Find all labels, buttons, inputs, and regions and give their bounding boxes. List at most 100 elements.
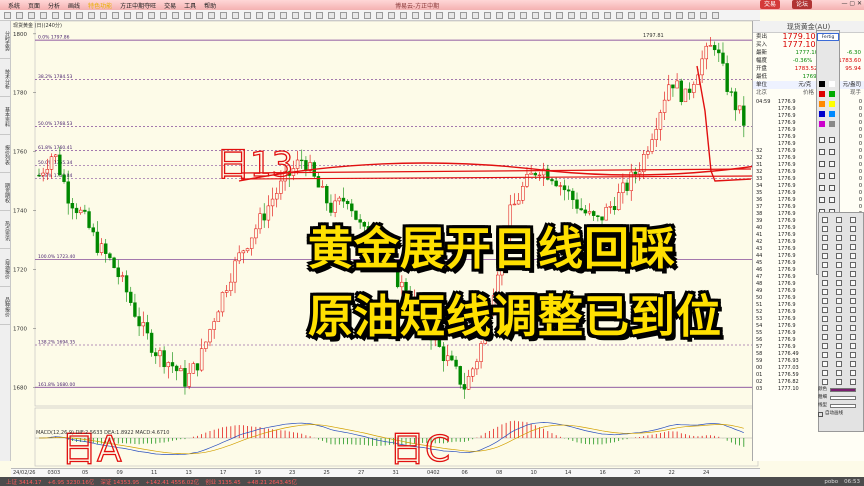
- drawing-tool-icon[interactable]: [850, 352, 856, 358]
- drawing-tool-icon[interactable]: [822, 262, 828, 268]
- toolbar-tool-icon[interactable]: [484, 12, 491, 19]
- drawing-tool-icon[interactable]: [836, 235, 842, 241]
- drawing-tool-icon[interactable]: [836, 379, 842, 385]
- drawing-tool-icon[interactable]: [836, 370, 842, 376]
- toolbar-tool-icon[interactable]: [16, 12, 23, 19]
- toolbar-tool-icon[interactable]: [220, 12, 227, 19]
- toolbar-tool-icon[interactable]: [532, 12, 539, 19]
- drawing-tool-icon[interactable]: [822, 235, 828, 241]
- toolbar-tool-icon[interactable]: [40, 12, 47, 19]
- trade-button[interactable]: 交易: [760, 0, 781, 9]
- drawing-tool-icon[interactable]: [850, 316, 856, 322]
- drawing-tool-icon[interactable]: [822, 334, 828, 340]
- drawing-tool-icon[interactable]: [850, 280, 856, 286]
- color-swatch[interactable]: [819, 101, 825, 107]
- drawing-tool-icon[interactable]: [836, 307, 842, 313]
- side-tab-7[interactable]: 品种报价: [0, 287, 11, 325]
- drawing-tool-icon[interactable]: [850, 343, 856, 349]
- draw-tool-icon[interactable]: [829, 197, 835, 203]
- drawing-tool-icon[interactable]: [850, 307, 856, 313]
- toolbar-tool-icon[interactable]: [700, 12, 707, 19]
- drawing-tool-icon[interactable]: [850, 271, 856, 277]
- draw-tool-icon[interactable]: [819, 173, 825, 179]
- drawing-tool-icon[interactable]: [836, 262, 842, 268]
- color-swatch[interactable]: [829, 121, 835, 127]
- menu-item-5[interactable]: 方正中期夺旺: [120, 1, 156, 10]
- drawing-tool-icon[interactable]: [850, 235, 856, 241]
- draw-tool-icon[interactable]: [829, 173, 835, 179]
- toolbar-tool-icon[interactable]: [268, 12, 275, 19]
- toolbar-tool-icon[interactable]: [100, 12, 107, 19]
- toolbar-tool-icon[interactable]: [616, 12, 623, 19]
- draw-tool-icon[interactable]: [829, 137, 835, 143]
- drawing-tool-icon[interactable]: [850, 244, 856, 250]
- drawing-tool-icon[interactable]: [836, 271, 842, 277]
- drawing-tool-icon[interactable]: [850, 289, 856, 295]
- toolbar-tool-icon[interactable]: [436, 12, 443, 19]
- toolbar-tool-icon[interactable]: [4, 12, 11, 19]
- side-tab-6[interactable]: 自选报价: [0, 249, 11, 287]
- toolbar-tool-icon[interactable]: [88, 12, 95, 19]
- drawing-tool-icon[interactable]: [822, 361, 828, 367]
- toolbar-tool-icon[interactable]: [208, 12, 215, 19]
- color-swatch[interactable]: [819, 81, 825, 87]
- toolbar-tool-icon[interactable]: [136, 12, 143, 19]
- menu-item-0[interactable]: 系统: [8, 1, 20, 10]
- drawing-tool-icon[interactable]: [822, 226, 828, 232]
- drawing-tool-icon[interactable]: [822, 271, 828, 277]
- drawing-tool-icon[interactable]: [836, 289, 842, 295]
- toolbar-tool-icon[interactable]: [556, 12, 563, 19]
- drawing-tool-icon[interactable]: [836, 334, 842, 340]
- width-picker[interactable]: [830, 396, 856, 400]
- toolbar-tool-icon[interactable]: [148, 12, 155, 19]
- menu-item-3[interactable]: 画线: [68, 1, 80, 10]
- toolbar-tool-icon[interactable]: [388, 12, 395, 19]
- menu-item-1[interactable]: 页面: [28, 1, 40, 10]
- draw-tool-icon[interactable]: [819, 161, 825, 167]
- toolbar-tool-icon[interactable]: [352, 12, 359, 19]
- toolbar-tool-icon[interactable]: [496, 12, 503, 19]
- drawing-tool-icon[interactable]: [822, 289, 828, 295]
- drawing-tool-icon[interactable]: [836, 361, 842, 367]
- toolbar-tool-icon[interactable]: [172, 12, 179, 19]
- drawing-tool-icon[interactable]: [836, 253, 842, 259]
- toolbar-tool-icon[interactable]: [544, 12, 551, 19]
- toolbar-tool-icon[interactable]: [712, 12, 719, 19]
- toolbar-tool-icon[interactable]: [52, 12, 59, 19]
- toolbar-tool-icon[interactable]: [232, 12, 239, 19]
- drawing-tool-icon[interactable]: [850, 379, 856, 385]
- drawing-tool-icon[interactable]: [836, 316, 842, 322]
- drawing-tool-icon[interactable]: [822, 316, 828, 322]
- drawing-tool-icon[interactable]: [836, 280, 842, 286]
- menu-item-8[interactable]: 帮助: [204, 1, 216, 10]
- menu-item-2[interactable]: 分析: [48, 1, 60, 10]
- draw-tool-icon[interactable]: [819, 137, 825, 143]
- side-tab-1[interactable]: 技术分析: [0, 59, 11, 97]
- drawing-tool-icon[interactable]: [850, 253, 856, 259]
- toolbar-tool-icon[interactable]: [316, 12, 323, 19]
- toolbar-tool-icon[interactable]: [412, 12, 419, 19]
- toolbar-tool-icon[interactable]: [364, 12, 371, 19]
- toolbar-tool-icon[interactable]: [64, 12, 71, 19]
- drawing-tool-icon[interactable]: [822, 343, 828, 349]
- toolbar-tool-icon[interactable]: [652, 12, 659, 19]
- forum-button[interactable]: 论坛: [792, 0, 813, 9]
- side-tab-2[interactable]: 基本资料: [0, 97, 11, 135]
- toolbar-tool-icon[interactable]: [328, 12, 335, 19]
- color-swatch[interactable]: [819, 91, 825, 97]
- draw-tool-icon[interactable]: [819, 185, 825, 191]
- drawing-tool-icon[interactable]: [850, 370, 856, 376]
- toolbar-tool-icon[interactable]: [640, 12, 647, 19]
- drawing-tool-icon[interactable]: [850, 226, 856, 232]
- toolbox-title[interactable]: Fertig: [817, 33, 839, 41]
- toolbar-tool-icon[interactable]: [676, 12, 683, 19]
- drawing-tool-icon[interactable]: [836, 325, 842, 331]
- toolbar-tool-icon[interactable]: [292, 12, 299, 19]
- auto-draw-checkbox[interactable]: [818, 411, 823, 417]
- style-picker[interactable]: [830, 404, 856, 408]
- toolbar-tool-icon[interactable]: [244, 12, 251, 19]
- toolbar-tool-icon[interactable]: [304, 12, 311, 19]
- drawing-tool-icon[interactable]: [822, 325, 828, 331]
- toolbar-tool-icon[interactable]: [592, 12, 599, 19]
- toolbar-tool-icon[interactable]: [196, 12, 203, 19]
